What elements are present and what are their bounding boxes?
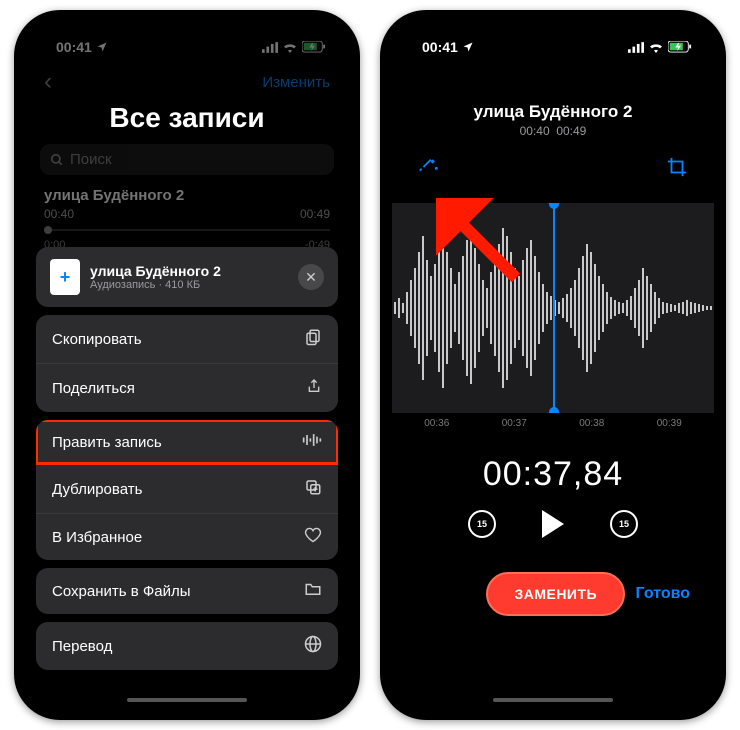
current-time: 00:37,84 xyxy=(392,455,714,494)
folder-icon xyxy=(304,581,322,601)
scrubber[interactable] xyxy=(44,229,330,231)
replace-button[interactable]: ЗАМЕНИТЬ xyxy=(486,572,625,616)
action-copy[interactable]: Скопировать xyxy=(36,315,338,363)
edit-subtitle: 00:40 00:49 xyxy=(392,124,714,138)
action-duplicate[interactable]: Дублировать xyxy=(36,464,338,513)
action-save-files[interactable]: Сохранить в Файлы xyxy=(36,568,338,614)
location-icon xyxy=(462,41,474,53)
share-icon xyxy=(306,377,322,399)
action-edit-recording[interactable]: Править запись xyxy=(36,420,338,464)
action-share[interactable]: Поделиться xyxy=(36,363,338,412)
home-indicator[interactable] xyxy=(493,698,613,702)
crop-icon[interactable] xyxy=(666,156,688,183)
recording-pos: 00:40 xyxy=(44,207,74,221)
recording-dur: 00:49 xyxy=(300,207,330,221)
skip-fwd-button[interactable]: 15 xyxy=(610,510,638,538)
clock: 00:41 xyxy=(56,39,92,55)
action-favorite[interactable]: В Избранное xyxy=(36,513,338,560)
wifi-icon xyxy=(282,41,298,53)
sheet-header: + улица Будённого 2 Аудиозапись · 410 КБ… xyxy=(36,247,338,307)
sheet-file-name: улица Будённого 2 xyxy=(90,263,288,279)
signal-icon xyxy=(262,42,278,53)
battery-icon xyxy=(668,41,692,53)
globe-icon xyxy=(304,635,322,657)
action-translate[interactable]: Перевод xyxy=(36,622,338,670)
signal-icon xyxy=(628,42,644,53)
recording-item[interactable]: улица Будённого 2 00:40 00:49 0:00 -0:49 xyxy=(26,187,348,251)
search-icon xyxy=(50,153,64,167)
done-button[interactable]: Готово xyxy=(636,585,690,603)
action-label: Перевод xyxy=(52,638,112,655)
playhead[interactable] xyxy=(553,203,555,413)
action-label: Поделиться xyxy=(52,380,135,397)
action-label: Дублировать xyxy=(52,481,142,498)
action-label: В Избранное xyxy=(52,529,142,546)
location-icon xyxy=(96,41,108,53)
heart-icon xyxy=(304,527,322,547)
search-placeholder: Поиск xyxy=(70,151,112,168)
action-label: Править запись xyxy=(52,434,162,451)
close-icon[interactable]: ✕ xyxy=(298,264,324,290)
search-input[interactable]: Поиск xyxy=(40,144,334,175)
action-label: Сохранить в Файлы xyxy=(52,583,191,600)
copy-icon xyxy=(304,328,322,350)
duplicate-icon xyxy=(304,478,322,500)
edit-title: улица Будённого 2 xyxy=(392,102,714,122)
home-indicator[interactable] xyxy=(127,698,247,702)
skip-back-button[interactable]: 15 xyxy=(468,510,496,538)
time-ruler: 00:36 00:37 00:38 00:39 xyxy=(392,413,714,433)
back-chevron-icon[interactable]: ‹ xyxy=(44,68,52,96)
annotation-arrow xyxy=(436,198,536,288)
play-button[interactable] xyxy=(542,510,564,538)
action-label: Скопировать xyxy=(52,331,142,348)
waveform-icon xyxy=(302,433,322,451)
sheet-file-meta: Аудиозапись · 410 КБ xyxy=(90,279,288,291)
enhance-icon[interactable] xyxy=(418,156,440,183)
recording-title: улица Будённого 2 xyxy=(44,187,330,204)
page-title: Все записи xyxy=(26,102,348,134)
battery-icon xyxy=(302,41,326,53)
document-icon: + xyxy=(50,259,80,295)
clock: 00:41 xyxy=(422,39,458,55)
edit-link[interactable]: Изменить xyxy=(262,74,330,91)
wifi-icon xyxy=(648,41,664,53)
